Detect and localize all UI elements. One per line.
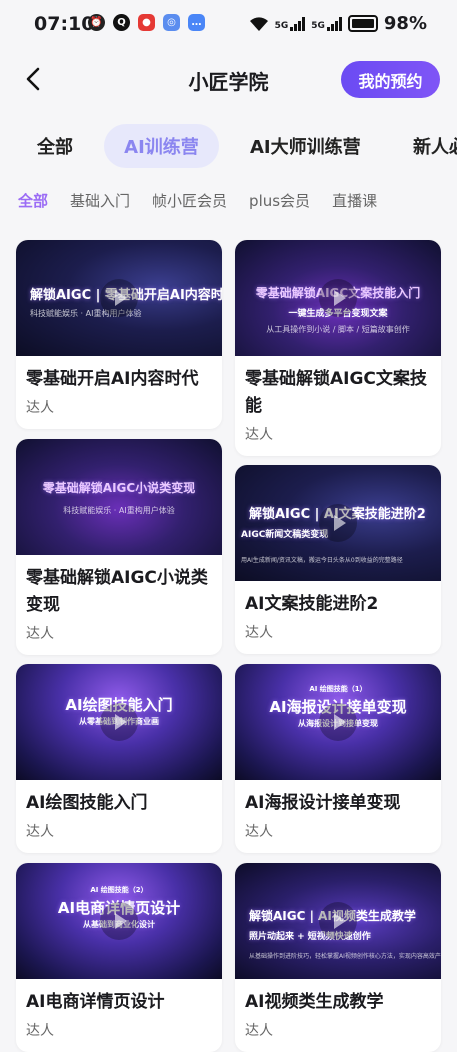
course-thumbnail: 零基础解锁AIGC小说类变现 科技赋能娱乐 · AI重构用户体验 [16, 439, 222, 555]
wifi-icon [249, 16, 268, 31]
course-title: AI电商详情页设计 [26, 992, 165, 1012]
app2-icon: ◎ [163, 14, 180, 31]
course-card[interactable]: 零基础解锁AIGC文案技能入门 一键生成多平台变现文案 从工具操作到小说 / 脚… [235, 240, 441, 456]
subtab-live[interactable]: 直播课 [332, 190, 377, 211]
course-title: AI文案技能进阶2 [245, 594, 379, 614]
course-card[interactable]: AI 绘图技能（1） AI海报设计接单变现 从海报设计到接单变现 AI海报设计接… [235, 664, 441, 853]
course-title: 零基础解锁AIGC小说类变现 [26, 568, 208, 615]
course-thumbnail: AI绘图技能入门 从零基础到制作商业画 [16, 664, 222, 780]
status-bar: 07:10 ⏰ Q ● ◎ … 5G 5G 98% [0, 0, 457, 50]
course-thumbnail: 解锁AIGC | AI视频类生成教学 照片动起来 + 短视频快速创作 从基础操作… [235, 863, 441, 979]
category-tabs: 全部 AI训练营 AI大师训练营 新人必 [0, 124, 457, 170]
course-author: 达人 [26, 400, 54, 416]
course-card[interactable]: AI绘图技能入门 从零基础到制作商业画 AI绘图技能入门 达人 [16, 664, 222, 853]
subtab-basic[interactable]: 基础入门 [70, 190, 130, 211]
course-thumbnail: 零基础解锁AIGC文案技能入门 一键生成多平台变现文案 从工具操作到小说 / 脚… [235, 240, 441, 356]
course-title: 零基础开启AI内容时代 [26, 369, 199, 389]
play-icon [100, 703, 138, 741]
course-author: 达人 [26, 1023, 54, 1039]
tab-newcomer[interactable]: 新人必 [413, 124, 457, 168]
battery-icon [347, 15, 378, 32]
course-thumbnail: AI 绘图技能（1） AI海报设计接单变现 从海报设计到接单变现 [235, 664, 441, 780]
play-icon [100, 902, 138, 940]
course-title: AI视频类生成教学 [245, 992, 384, 1012]
course-author: 达人 [245, 1023, 273, 1039]
course-title: AI海报设计接单变现 [245, 793, 401, 813]
notification-icons: ⏰ Q ● ◎ … [88, 14, 205, 31]
course-card[interactable]: 解锁AIGC | 零基础开启AI内容时代 科技赋能娱乐 · AI重构用户体验 零… [16, 240, 222, 429]
course-author: 达人 [26, 824, 54, 840]
battery-level: 98% [383, 13, 427, 34]
play-icon [100, 279, 138, 317]
play-icon [319, 504, 357, 542]
play-icon [319, 279, 357, 317]
tab-ai-camp[interactable]: AI训练营 [104, 124, 219, 168]
tab-ai-master-camp[interactable]: AI大师训练营 [250, 124, 361, 168]
course-author: 达人 [245, 824, 273, 840]
course-thumbnail: AI 绘图技能（2） AI电商详情页设计 从基础到商业化设计 [16, 863, 222, 979]
qq-icon: Q [113, 14, 130, 31]
app-icon: ● [138, 14, 155, 31]
play-icon [319, 902, 357, 940]
signal-2: 5G [311, 16, 342, 31]
course-author: 达人 [26, 626, 54, 642]
course-title: 零基础解锁AIGC文案技能 [245, 369, 427, 416]
chat-icon: … [188, 14, 205, 31]
play-icon [319, 703, 357, 741]
signal-1: 5G [275, 16, 306, 31]
alarm-icon: ⏰ [88, 14, 105, 31]
course-title: AI绘图技能入门 [26, 793, 148, 813]
course-thumbnail: 解锁AIGC | AI文案技能进阶2 AIGC新闻文稿类变现 用AI生成新闻/资… [235, 465, 441, 581]
my-booking-button[interactable]: 我的预约 [341, 61, 440, 98]
subtab-plus[interactable]: plus会员 [249, 190, 310, 211]
tab-all[interactable]: 全部 [37, 124, 73, 168]
subtab-member[interactable]: 帧小匠会员 [152, 190, 227, 211]
course-card[interactable]: 解锁AIGC | AI文案技能进阶2 AIGC新闻文稿类变现 用AI生成新闻/资… [235, 465, 441, 654]
sub-tabs: 全部 基础入门 帧小匠会员 plus会员 直播课 [18, 190, 377, 211]
course-card[interactable]: 零基础解锁AIGC小说类变现 科技赋能娱乐 · AI重构用户体验 零基础解锁AI… [16, 439, 222, 655]
course-thumbnail: 解锁AIGC | 零基础开启AI内容时代 科技赋能娱乐 · AI重构用户体验 [16, 240, 222, 356]
course-author: 达人 [245, 427, 273, 443]
clock: 07:10 [34, 13, 95, 35]
course-author: 达人 [245, 625, 273, 641]
subtab-all[interactable]: 全部 [18, 190, 48, 211]
